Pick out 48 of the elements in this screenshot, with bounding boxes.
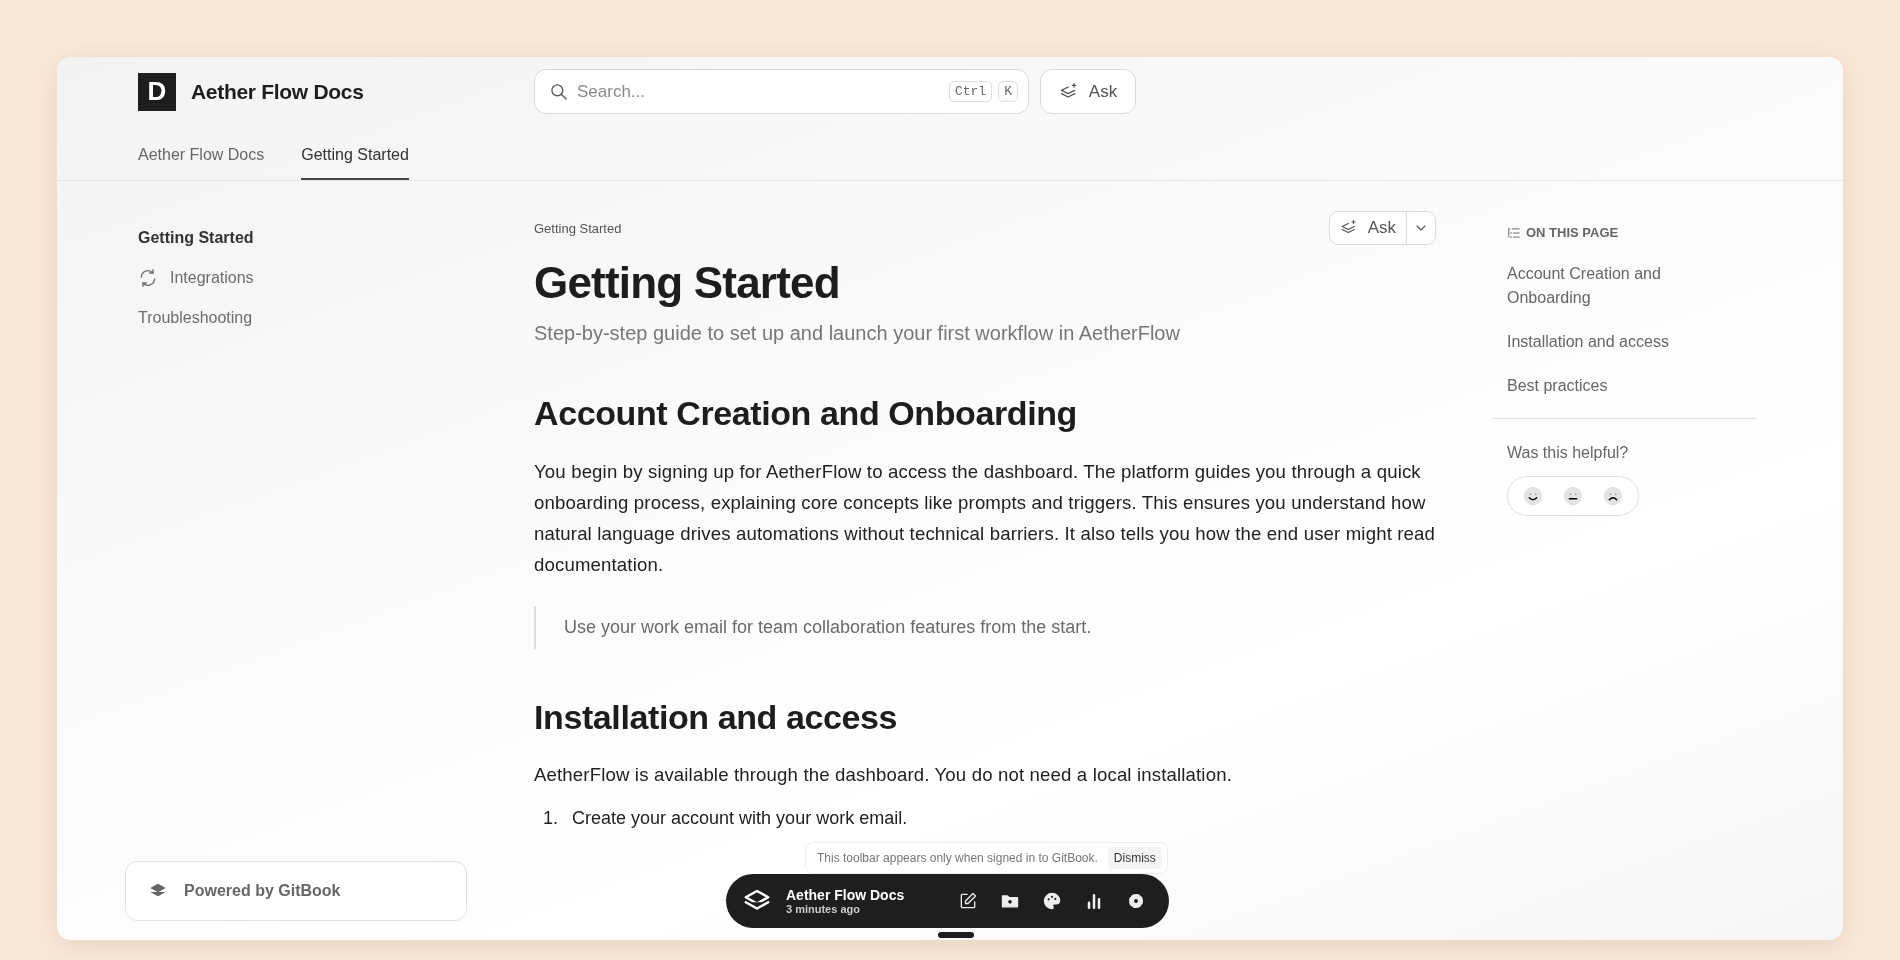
notice-text: This toolbar appears only when signed in to GitBook.	[817, 851, 1098, 865]
neutral-face-icon	[1562, 485, 1584, 507]
tab[interactable]: Getting Started	[301, 132, 409, 180]
toc-link[interactable]: Account Creation and Onboarding	[1507, 262, 1737, 310]
edit-icon	[958, 891, 978, 911]
toc-heading: ON THIS PAGE	[1526, 225, 1619, 240]
search-field[interactable]: Search... Ctrl K	[534, 69, 1029, 114]
settings-button[interactable]	[1126, 891, 1146, 911]
sad-face-button[interactable]	[1602, 485, 1624, 507]
section-heading: Installation and access	[534, 696, 899, 738]
tab[interactable]: Aether Flow Docs	[138, 132, 265, 180]
toc-link[interactable]: Best practices	[1507, 374, 1737, 398]
list-icon	[1507, 225, 1521, 240]
paragraph: AetherFlow is available through the dashboard. You do not need a local installation.	[534, 763, 1233, 788]
feedback-prompt: Was this helpful?	[1507, 444, 1630, 462]
toc-link[interactable]: Installation and access	[1507, 330, 1737, 354]
page-description: Step-by-step guide to set up and launch your first workflow in AetherFlow	[534, 321, 1181, 345]
logo: D	[138, 72, 176, 111]
sidebar-item[interactable]: Integrations	[138, 267, 254, 289]
list-item-text: Create your account with your work email.	[572, 808, 908, 830]
edit-button[interactable]	[958, 891, 978, 911]
list-number: 1.	[543, 808, 558, 830]
ask-button[interactable]: Ask	[1040, 69, 1136, 114]
smiley-button[interactable]	[1522, 485, 1544, 507]
sidebar-item[interactable]: Troubleshooting	[138, 307, 253, 329]
shortcut-key: Ctrl	[948, 81, 993, 102]
sad-face-icon	[1602, 485, 1624, 507]
page-title: Getting Started	[534, 257, 841, 309]
search-icon	[549, 81, 569, 102]
neutral-face-button[interactable]	[1562, 485, 1584, 507]
breadcrumb[interactable]: Getting Started	[534, 220, 622, 236]
shortcut-key: K	[998, 81, 1018, 102]
smiley-icon	[1522, 485, 1544, 507]
paragraph: You begin by signing up for AetherFlow to access the dashboard. The platform guides you through a quick onboarding process, explaining core concepts like prompts and triggers. This ensures you understand how natural language drives automations without technical barriers. It also tells you how the end user might read documentation.	[534, 459, 1436, 577]
toolbar-handle[interactable]	[938, 932, 974, 938]
palette-button[interactable]	[1042, 891, 1062, 911]
section-heading: Account Creation and Onboarding	[534, 392, 1078, 434]
update-time: 3 minutes ago	[786, 903, 861, 915]
search-input[interactable]: Search...	[575, 80, 943, 103]
sidebar-item[interactable]: Getting Started	[138, 227, 254, 249]
refresh-icon	[138, 268, 158, 288]
palette-icon	[1042, 891, 1062, 911]
site-name: Aether Flow Docs	[786, 887, 906, 903]
quote-text: Use your work email for team collaboration features from the start.	[564, 616, 1092, 637]
settings-icon	[1126, 891, 1146, 911]
dismiss-button[interactable]: Dismiss	[1107, 847, 1162, 869]
powered-by-link[interactable]: Powered by GitBook	[125, 861, 467, 921]
site-title[interactable]: Aether Flow Docs	[191, 79, 364, 104]
